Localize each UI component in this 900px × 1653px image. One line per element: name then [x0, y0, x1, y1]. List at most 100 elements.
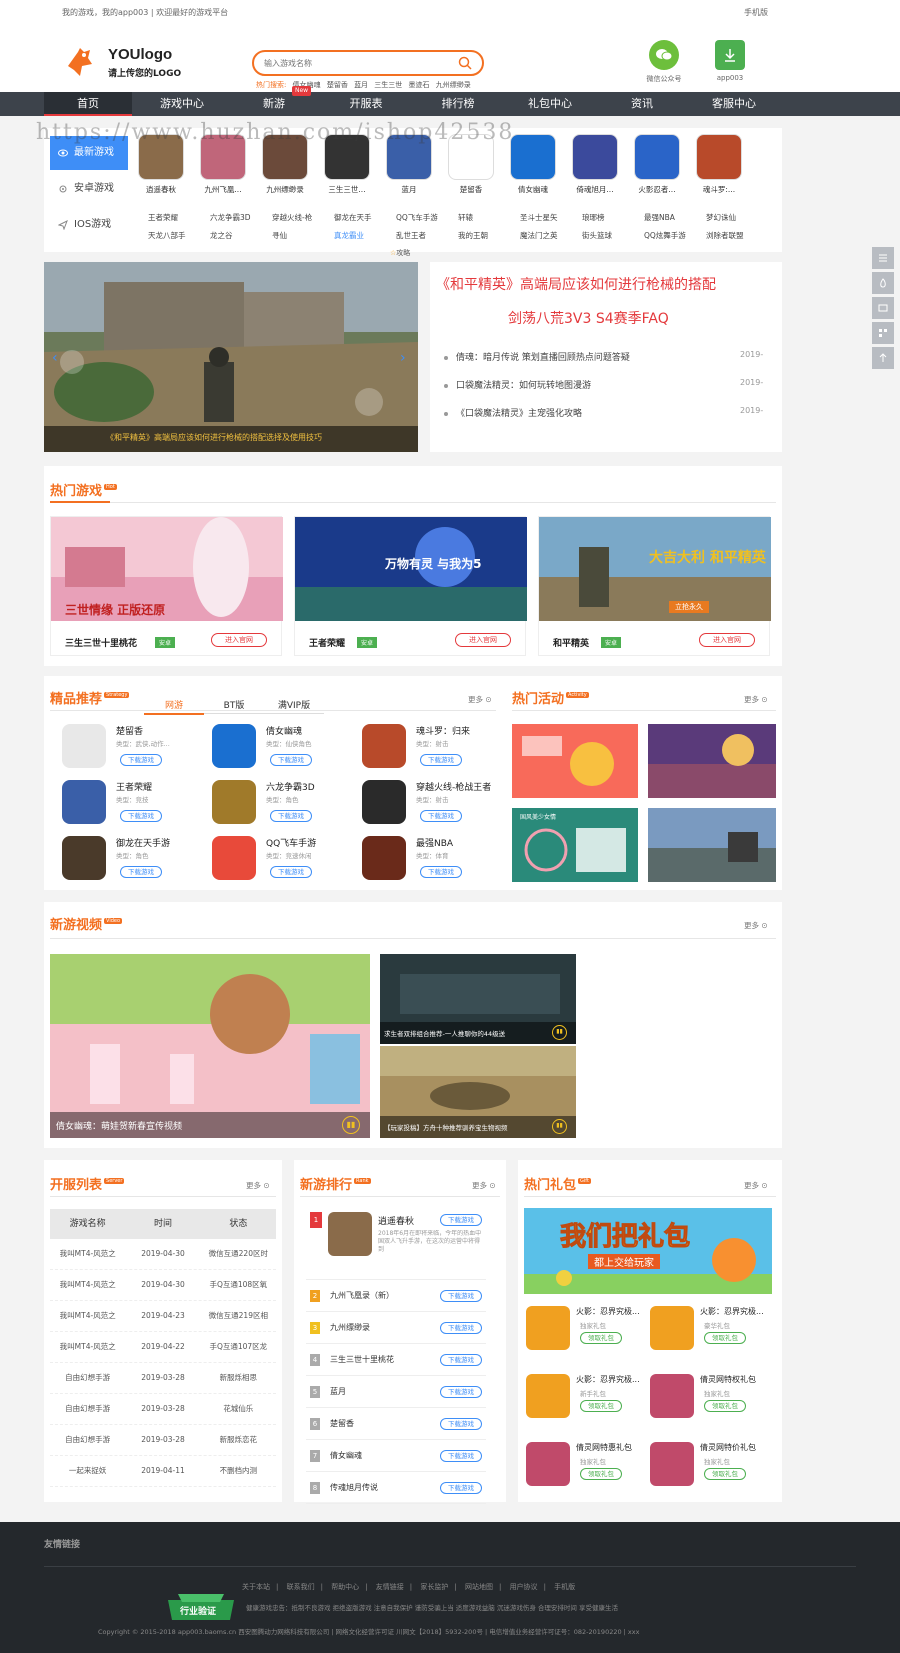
download-game-button[interactable]: 下载游戏 [440, 1214, 482, 1226]
download-game-button[interactable]: 下载游戏 [270, 810, 312, 822]
list-icon[interactable] [872, 247, 894, 269]
game-name-link[interactable]: 街头篮球 [582, 230, 612, 241]
rank-item[interactable]: 5 蓝月 下载游戏 [306, 1376, 486, 1408]
mobile-link[interactable]: 手机版 [744, 7, 768, 18]
hot-game-card[interactable]: 三世情缘 正版还原 三生三世十里桃花 安卓 进入官网 [50, 516, 283, 656]
server-more-link[interactable]: 更多 ⊙ [246, 1180, 270, 1191]
nav-home[interactable]: 首页 [44, 92, 132, 116]
tab-online[interactable]: 网游 [144, 698, 204, 715]
news-item[interactable]: 倩魂：暗月传说 策划直播回顾热点问题答疑 [444, 350, 630, 363]
rank-more-link[interactable]: 更多 ⊙ [472, 1180, 496, 1191]
search-input[interactable] [264, 56, 444, 70]
rank-item[interactable]: 2 九州飞凰录（新） 下载游戏 [306, 1280, 486, 1312]
recommend-item[interactable]: 倩女幽魂 类型：仙侠角色 下载游戏 [200, 722, 340, 772]
game-name-link[interactable]: 王者荣耀 [148, 212, 178, 223]
footer-link[interactable]: 友情链接 [376, 1583, 404, 1591]
gift-item[interactable]: 倩灵网特权礼包 独家礼包 领取礼包 [648, 1366, 764, 1432]
recommend-item[interactable]: 御龙在天手游 类型：角色 下载游戏 [50, 834, 190, 884]
download-game-button[interactable]: 下载游戏 [420, 866, 462, 878]
video-more-link[interactable]: 更多 ⊙ [744, 920, 768, 931]
recommend-item[interactable]: 穿越火线-枪战王者 类型：射击 下载游戏 [350, 778, 491, 828]
table-row[interactable]: 自由幻想手游 2019-03-28 新服烁相思 [50, 1363, 276, 1394]
activity-card[interactable]: 国风美少女情 [512, 808, 638, 882]
download-game-button[interactable]: 下载游戏 [420, 810, 462, 822]
play-icon[interactable]: ▮▮ [552, 1025, 567, 1040]
rank-top-item[interactable]: 1 逍遥春秋 2018年6月在即将来临，今年的热血中国双人飞升手游，在这次的运营… [306, 1210, 486, 1280]
rank-item[interactable]: 7 倩女幽魂 下载游戏 [306, 1440, 486, 1472]
recommend-item[interactable]: QQ飞车手游 类型：竞速休闲 下载游戏 [200, 834, 340, 884]
latest-game-item[interactable]: 魂斗罗:... [694, 134, 744, 195]
footer-link[interactable]: 帮助中心 [331, 1583, 359, 1591]
play-icon[interactable]: ▮▮ [342, 1116, 360, 1134]
gift-more-link[interactable]: 更多 ⊙ [744, 1180, 768, 1191]
download-game-button[interactable]: 下载游戏 [420, 754, 462, 766]
table-row[interactable]: 自由幻想手游 2019-03-28 新服烁恋花 [50, 1425, 276, 1456]
industry-badge[interactable]: 行业验证 [164, 1592, 238, 1624]
headline-title-2[interactable]: 剑荡八荒3V3 S4赛季FAQ [508, 308, 669, 328]
tab-vip[interactable]: 满VIP版 [264, 698, 324, 714]
nav-ranking[interactable]: 排行榜 [414, 92, 502, 116]
rank-item[interactable]: 8 传魂旭月传说 下载游戏 [306, 1472, 486, 1504]
search-icon[interactable] [458, 56, 472, 70]
site-logo[interactable]: YOUlogo 请上传您的LOGO [64, 42, 204, 84]
gift-item[interactable]: 火影：忍界究极... 豪华礼包 领取礼包 [648, 1298, 764, 1364]
game-name-link[interactable]: 穿越火线-枪 [272, 212, 312, 223]
rank-item[interactable]: 3 九州缥缈录 下载游戏 [306, 1312, 486, 1344]
news-item[interactable]: 《口袋魔法精灵》主宠强化攻略 [444, 406, 582, 419]
game-name-link[interactable]: QQ炫舞手游 [644, 230, 686, 241]
activity-more-link[interactable]: 更多 ⊙ [744, 694, 768, 705]
hot-game-card[interactable]: 大吉大利 和平精英 立抢永久 和平精英 安卓 进入官网 [538, 516, 771, 656]
game-name-link[interactable]: 六龙争霸3D [210, 212, 251, 223]
recommend-more-link[interactable]: 更多 ⊙ [468, 694, 492, 705]
banner-carousel[interactable]: 《和平精英》高端局应该如何进行枪械的搭配选择及使用技巧 ‹ › [44, 262, 418, 452]
game-name-link[interactable]: 最强NBA [644, 212, 675, 223]
footer-link[interactable]: 网站地图 [465, 1583, 493, 1591]
footer-link[interactable]: 用户协议 [510, 1583, 538, 1591]
claim-gift-button[interactable]: 领取礼包 [704, 1332, 746, 1344]
footer-link[interactable]: 家长监护 [420, 1583, 448, 1591]
activity-card[interactable] [512, 724, 638, 798]
download-game-button[interactable]: 下载游戏 [270, 754, 312, 766]
gift-item[interactable]: 火影：忍界究极... 独家礼包 领取礼包 [524, 1298, 640, 1364]
footer-link[interactable]: 关于本站 [242, 1583, 270, 1591]
official-site-button[interactable]: 进入官网 [211, 633, 267, 647]
rank-item[interactable]: 6 楚留香 下载游戏 [306, 1408, 486, 1440]
fire-icon[interactable] [872, 272, 894, 294]
table-row[interactable]: 我叫MT4-风范之 2019-04-23 微信互通219区相 [50, 1301, 276, 1332]
footer-link[interactable]: 手机版 [554, 1583, 575, 1591]
latest-game-item[interactable]: 火影忍者... [632, 134, 682, 195]
video-card[interactable]: 求生者双排组合推荐-一人推聊你的44级送 ▮▮ [380, 954, 576, 1044]
claim-gift-button[interactable]: 领取礼包 [704, 1400, 746, 1412]
footer-link[interactable]: 联系我们 [287, 1583, 315, 1591]
download-game-button[interactable]: 下载游戏 [440, 1418, 482, 1430]
tab-bt[interactable]: BT版 [204, 698, 264, 714]
tab-android-games[interactable]: 安卓游戏 [50, 172, 128, 206]
nav-gift-center[interactable]: 礼包中心 [506, 92, 594, 116]
download-game-button[interactable]: 下载游戏 [440, 1482, 482, 1494]
gift-item[interactable]: 火影：忍界究极... 新手礼包 领取礼包 [524, 1366, 640, 1432]
claim-gift-button[interactable]: 领取礼包 [704, 1468, 746, 1480]
recommend-item[interactable]: 王者荣耀 类型：竞技 下载游戏 [50, 778, 190, 828]
gift-item[interactable]: 倩灵网特价礼包 独家礼包 领取礼包 [648, 1434, 764, 1500]
game-name-link[interactable]: 真龙霸业 [334, 230, 364, 241]
download-game-button[interactable]: 下载游戏 [120, 754, 162, 766]
wechat-button[interactable]: 微信公众号 [636, 40, 692, 84]
game-name-link[interactable]: QQ飞车手游 [396, 212, 438, 223]
download-game-button[interactable]: 下载游戏 [440, 1386, 482, 1398]
video-card-main[interactable]: 倩女幽魂：萌娃贺新春宣传视频 ▮▮ [50, 954, 370, 1138]
game-name-link[interactable]: 天龙八部手 [148, 230, 186, 241]
download-game-button[interactable]: 下载游戏 [440, 1354, 482, 1366]
game-name-link[interactable]: 寻仙 [272, 230, 287, 241]
claim-gift-button[interactable]: 领取礼包 [580, 1468, 622, 1480]
game-name-link[interactable]: 梦幻诛仙 [706, 212, 736, 223]
latest-game-item[interactable]: 倚魂旭月... [570, 134, 620, 195]
recommend-item[interactable]: 楚留香 类型：武侠,动作... 下载游戏 [50, 722, 190, 772]
gift-item[interactable]: 倩灵网特惠礼包 独家礼包 领取礼包 [524, 1434, 640, 1500]
table-row[interactable]: 自由幻想手游 2019-03-28 花城仙乐 [50, 1394, 276, 1425]
download-game-button[interactable]: 下载游戏 [270, 866, 312, 878]
prev-arrow-icon[interactable]: ‹ [52, 350, 58, 366]
game-name-link[interactable]: 我的王朝 [458, 230, 488, 241]
hot-game-card[interactable]: 万物有灵 与我为5 王者荣耀 安卓 进入官网 [294, 516, 527, 656]
game-name-link[interactable]: 乱世王者 [396, 230, 426, 241]
activity-card[interactable] [648, 808, 776, 882]
